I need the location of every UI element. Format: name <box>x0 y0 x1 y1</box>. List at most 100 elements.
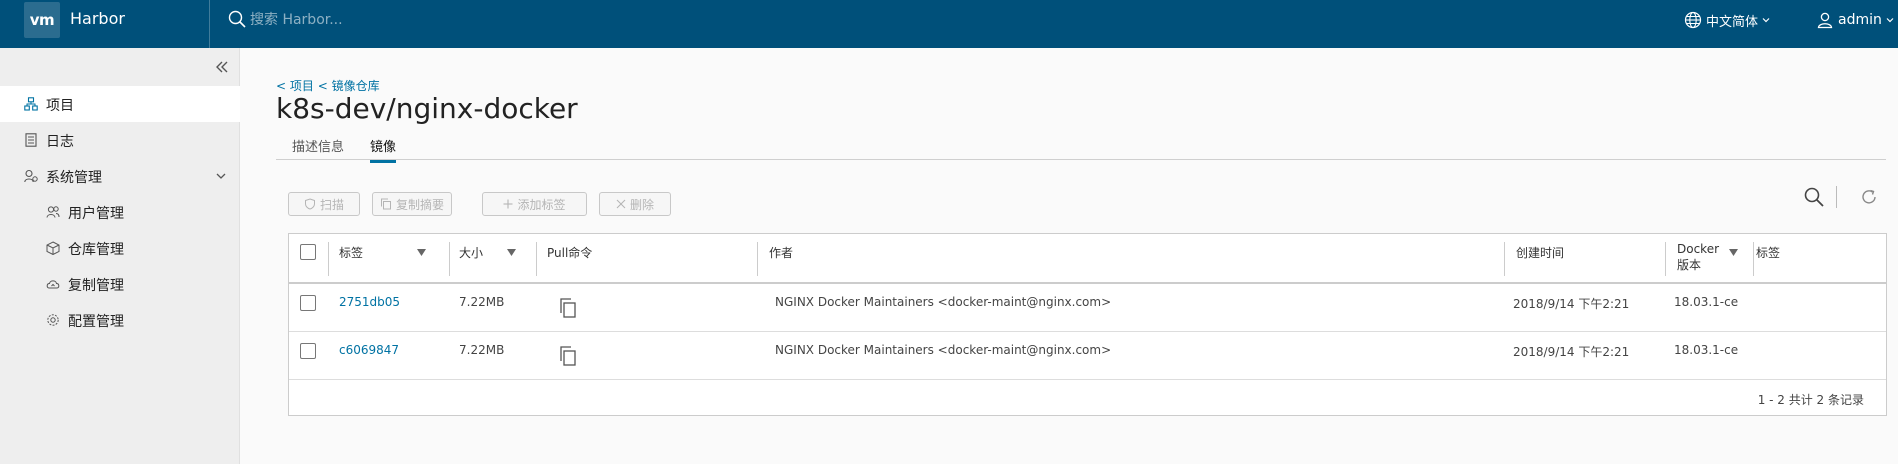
delete-button[interactable]: 删除 <box>599 192 671 216</box>
replication-icon <box>46 280 60 289</box>
search-icon <box>228 10 246 28</box>
language-selector[interactable]: 中文简体 <box>1684 9 1770 31</box>
copy-icon[interactable] <box>559 346 577 366</box>
user-menu[interactable]: admin <box>1816 9 1894 31</box>
sidebar-item-label: 复制管理 <box>68 278 124 294</box>
column-header-docker-version: 版本 <box>1677 258 1702 272</box>
sidebar-item-label: 配置管理 <box>68 314 124 330</box>
refresh-icon[interactable] <box>1859 187 1879 207</box>
copy-icon <box>380 198 391 210</box>
sidebar-item-label: 仓库管理 <box>68 242 124 258</box>
search-icon[interactable] <box>1803 186 1825 208</box>
username: admin <box>1838 12 1882 28</box>
filter-icon[interactable] <box>417 249 426 257</box>
close-icon <box>616 199 626 209</box>
search-input[interactable] <box>250 11 510 29</box>
pagination-summary: 1 - 2 共计 2 条记录 <box>1757 393 1864 407</box>
main-content: < 项目 < 镜像仓库 k8s-dev/nginx-docker 描述信息 镜像… <box>241 48 1898 464</box>
column-header-docker[interactable]: Docker <box>1677 242 1719 256</box>
column-separator <box>1504 242 1505 276</box>
log-icon <box>25 133 37 147</box>
column-header-size[interactable]: 大小 <box>459 244 483 261</box>
row-checkbox[interactable] <box>300 343 316 359</box>
scan-label: 扫描 <box>319 197 344 212</box>
table-row[interactable]: c6069847 7.22MB NGINX Docker Maintainers… <box>289 332 1886 380</box>
table-row[interactable]: 2751db05 7.22MB NGINX Docker Maintainers… <box>289 284 1886 332</box>
table-header: 标签 大小 Pull命令 作者 创建时间 Docker 版本 标签 <box>289 234 1886 284</box>
copy-icon[interactable] <box>559 298 577 318</box>
column-header-created[interactable]: 创建时间 <box>1516 244 1564 261</box>
sidebar-item-administration[interactable]: 系统管理 <box>0 158 240 194</box>
sidebar-item-registries[interactable]: 仓库管理 <box>0 230 240 266</box>
author-cell: NGINX Docker Maintainers <docker-maint@n… <box>775 343 1112 357</box>
copy-digest-button[interactable]: 复制摘要 <box>372 192 452 216</box>
column-separator <box>757 242 758 276</box>
sidebar: 项目 日志 系统管理 用户管理 仓库管理 复制管理 配置管理 <box>0 48 240 464</box>
sidebar-item-label: 项目 <box>46 98 74 114</box>
sidebar-item-configuration[interactable]: 配置管理 <box>0 302 240 338</box>
tab-images[interactable]: 镜像 <box>370 136 397 163</box>
scan-button[interactable]: 扫描 <box>288 192 360 216</box>
globe-icon <box>1684 11 1702 29</box>
images-table: 标签 大小 Pull命令 作者 创建时间 Docker 版本 标签 2751db… <box>288 233 1887 416</box>
column-separator <box>449 242 450 276</box>
double-chevron-left-icon <box>216 61 228 73</box>
plus-icon <box>503 199 513 209</box>
sidebar-item-label: 日志 <box>46 134 74 150</box>
filter-icon[interactable] <box>507 249 516 257</box>
add-label-label: 添加标签 <box>517 197 566 212</box>
language-label: 中文简体 <box>1706 14 1759 30</box>
tag-link[interactable]: 2751db05 <box>339 295 400 309</box>
breadcrumb-repositories[interactable]: < 镜像仓库 <box>318 79 380 93</box>
created-cell: 2018/9/14 下午2:21 <box>1513 297 1630 311</box>
column-separator <box>328 242 329 276</box>
global-search[interactable] <box>226 8 526 32</box>
sidebar-item-projects[interactable]: 项目 <box>0 86 240 122</box>
admin-icon <box>24 169 38 183</box>
size-cell: 7.22MB <box>459 295 505 309</box>
docker-version-cell: 18.03.1-ce <box>1674 343 1739 357</box>
project-icon <box>24 97 38 111</box>
app-title[interactable]: Harbor <box>70 9 125 28</box>
users-icon <box>46 206 60 218</box>
row-checkbox[interactable] <box>300 295 316 311</box>
column-header-author[interactable]: 作者 <box>769 244 793 261</box>
select-all-checkbox[interactable] <box>300 244 316 260</box>
docker-version-cell: 18.03.1-ce <box>1674 295 1739 309</box>
vmware-logo[interactable]: vm <box>24 2 60 38</box>
chevron-down-icon <box>1762 18 1770 23</box>
chevron-down-icon <box>216 173 226 179</box>
sidebar-item-logs[interactable]: 日志 <box>0 122 240 158</box>
add-label-button[interactable]: 添加标签 <box>482 192 587 216</box>
sidebar-item-replication[interactable]: 复制管理 <box>0 266 240 302</box>
header-divider <box>209 0 210 48</box>
shield-icon <box>304 198 315 210</box>
sidebar-item-label: 用户管理 <box>68 206 124 222</box>
chevron-down-icon <box>1886 18 1894 23</box>
size-cell: 7.22MB <box>459 343 505 357</box>
column-separator <box>1665 242 1666 276</box>
tab-description[interactable]: 描述信息 <box>292 136 344 160</box>
created-cell: 2018/9/14 下午2:21 <box>1513 345 1630 359</box>
column-header-pull-command: Pull命令 <box>547 246 593 260</box>
tag-link[interactable]: c6069847 <box>339 343 399 357</box>
breadcrumb-projects[interactable]: < 项目 <box>276 79 314 93</box>
filter-icon[interactable] <box>1729 249 1738 257</box>
toolbar-divider <box>1836 186 1837 208</box>
registry-icon <box>46 241 60 255</box>
column-separator <box>536 242 537 276</box>
author-cell: NGINX Docker Maintainers <docker-maint@n… <box>775 295 1112 309</box>
column-header-labels: 标签 <box>1756 246 1781 260</box>
column-header-tag[interactable]: 标签 <box>339 244 363 261</box>
delete-label: 删除 <box>629 197 654 212</box>
sidebar-item-users[interactable]: 用户管理 <box>0 194 240 230</box>
tab-bar: 描述信息 镜像 <box>276 136 1886 163</box>
copy-digest-label: 复制摘要 <box>395 197 444 212</box>
column-separator <box>1753 242 1754 276</box>
config-icon <box>47 314 59 326</box>
page-title: k8s-dev/nginx-docker <box>276 92 578 125</box>
top-header: vm Harbor 中文简体 admin <box>0 0 1898 48</box>
collapse-sidebar-button[interactable] <box>213 58 231 76</box>
sidebar-item-label: 系统管理 <box>46 170 102 186</box>
user-icon <box>1817 12 1833 29</box>
